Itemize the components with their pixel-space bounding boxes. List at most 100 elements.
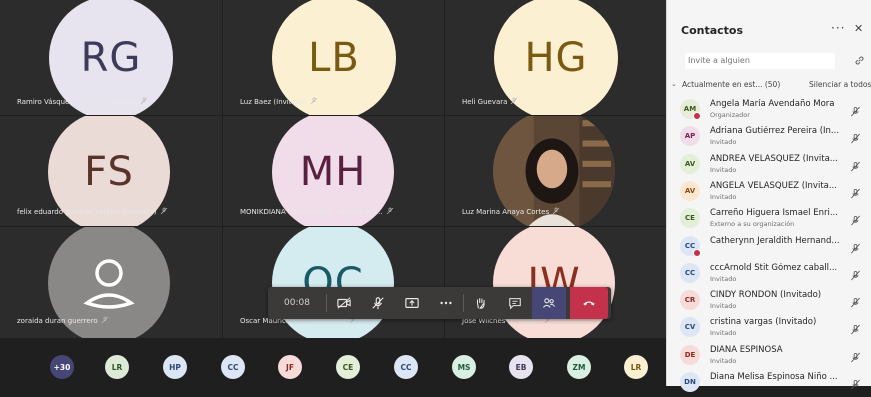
participant-list-role: Invitado	[710, 165, 737, 174]
hang-up-button[interactable]	[570, 287, 608, 319]
participant-list-avatar: AV	[680, 153, 700, 174]
participant-list-initials: CE	[685, 214, 695, 223]
participant-list-role: Externo a su organización	[710, 220, 795, 229]
mic-off-icon[interactable]	[850, 129, 861, 144]
share-screen-button[interactable]	[395, 287, 429, 319]
mic-off-icon[interactable]	[850, 102, 861, 117]
camera-toggle-button[interactable]	[327, 287, 361, 319]
participant-tile[interactable]: MH MONIKDIANA HERNÁNDEZ - ALIRIO MO...	[223, 116, 444, 226]
participant-list-name: DIANA ESPINOSA	[710, 344, 783, 355]
mic-off-icon	[510, 97, 518, 107]
mic-off-icon[interactable]	[850, 239, 861, 253]
mute-all-button[interactable]: Silenciar a todos	[809, 80, 871, 89]
overflow-participant-avatar[interactable]: CC	[394, 355, 418, 379]
share-screen-icon	[405, 298, 419, 308]
mic-off-icon[interactable]	[850, 348, 861, 363]
overflow-participant-avatar[interactable]: HP	[163, 355, 187, 379]
presence-busy-indicator	[693, 248, 701, 257]
panel-more-button[interactable]: ···	[831, 21, 845, 35]
participant-list-item[interactable]: AV ANGELA VELASQUEZ (Invita... Invitado	[680, 179, 870, 206]
participant-tile[interactable]: LB Luz Baez (Invitado)	[223, 0, 444, 115]
participant-list-item[interactable]: CE Carreño Higuera Ismael Enri... Externo …	[680, 206, 870, 233]
participant-list-initials: DE	[684, 350, 696, 359]
participant-name-label: MONIKDIANA HERNÁNDEZ - ALIRIO MO...	[240, 207, 394, 217]
participant-tile[interactable]: zoraida duran guerrero	[0, 227, 222, 338]
mic-off-icon[interactable]	[850, 266, 861, 281]
participant-list-avatar: CC	[680, 262, 700, 283]
participant-tile[interactable]: FS felix eduardo guzman salazar (Invitado…	[0, 116, 222, 226]
mic-off-icon[interactable]	[850, 375, 861, 390]
video-stage: RG Ramiro Vásquez Giraldo (Invitado) LB Luz…	[0, 0, 666, 386]
microphone-toggle-button[interactable]	[361, 287, 395, 319]
overflow-participant-avatar[interactable]: LR	[624, 355, 648, 379]
hang-up-icon	[583, 301, 595, 306]
call-controls-bar: 00:08	[268, 287, 611, 319]
participant-list-initials: AV	[684, 186, 696, 195]
share-link-icon[interactable]	[854, 55, 865, 66]
participant-tile[interactable]: HG Heli Guevara	[445, 0, 666, 115]
raise-hand-button[interactable]	[464, 287, 498, 319]
participant-list-initials: AV	[684, 159, 696, 168]
overflow-participant-avatar[interactable]: JF	[278, 355, 302, 379]
participant-list-name: cccArnold Stit Gómez caball...	[710, 262, 838, 273]
chevron-down-icon: ⌄	[671, 80, 677, 88]
camera-off-icon	[337, 297, 351, 309]
participant-name: felix eduardo guzman salazar (Invitado)	[17, 208, 157, 216]
participant-name-label: Luz Baez (Invitado)	[240, 97, 318, 107]
overflow-participant-avatar[interactable]: CE	[336, 355, 360, 379]
mic-off-icon[interactable]	[850, 320, 861, 335]
invite-input[interactable]	[685, 53, 835, 69]
overflow-participant-avatar[interactable]: MS	[452, 355, 476, 379]
participant-list-name: ANDREA VELÁSQUEZ (Invita...	[710, 153, 838, 164]
participants-button[interactable]	[532, 287, 566, 319]
participant-list-item[interactable]: CV cristina vargas (Invitado) Invitado	[680, 315, 870, 342]
participant-list-item[interactable]: AP Adriana Gutiérrez Pereira (In... Invita…	[680, 124, 870, 151]
more-participants-badge[interactable]: +30	[50, 355, 74, 379]
participant-list-item[interactable]: CC cccArnold Stit Gómez caball... Invitado	[680, 261, 870, 288]
participant-name: MONIKDIANA HERNÁNDEZ - ALIRIO MO...	[240, 208, 383, 216]
participant-list-item[interactable]: DE DIANA ESPINOSA Invitado	[680, 343, 870, 370]
overflow-participant-avatar[interactable]: ZM	[567, 355, 591, 379]
chat-button[interactable]	[498, 287, 532, 319]
more-dots-icon	[440, 301, 452, 305]
participant-list-item[interactable]: AM Angela María Avendaño Mora Organizador	[680, 97, 870, 124]
participant-list-initials: CR	[684, 296, 696, 305]
mic-off-icon	[160, 207, 168, 217]
person-icon	[83, 259, 135, 309]
participant-list-initials: DN	[684, 378, 696, 386]
mic-off-icon[interactable]	[850, 184, 861, 199]
mic-off-icon[interactable]	[850, 211, 861, 226]
participant-name: Luz Baez (Invitado)	[240, 98, 308, 106]
overflow-participant-avatar[interactable]: CC	[221, 355, 245, 379]
participant-tile[interactable]: OC Oscar Mauricio Cely (Invitado)	[223, 227, 444, 338]
participant-list-item[interactable]: CR CINDY RONDON (Invitado) Invitado	[680, 288, 870, 315]
participant-list-avatar: AM	[680, 99, 701, 120]
participant-list-item[interactable]: CC Catherynn Jeraldith Hernand...	[680, 234, 870, 261]
participant-list-name: Catherynn Jeraldith Hernand...	[710, 235, 840, 246]
more-actions-button[interactable]	[429, 287, 463, 319]
participant-list-avatar: AP	[680, 126, 700, 147]
participant-tile[interactable]: JW Jose Wilches (Invitado)	[445, 227, 666, 338]
participant-list-avatar: AV	[680, 180, 700, 201]
participant-list-initials: AP	[684, 132, 696, 141]
participant-tile[interactable]: RG Ramiro Vásquez Giraldo (Invitado)	[0, 0, 222, 115]
participant-list-item[interactable]: DN Diana Melisa Espinosa Niño ...	[680, 370, 870, 397]
participant-list-role: Invitado	[710, 302, 737, 311]
participant-list-name: Adriana Gutiérrez Pereira (In...	[710, 126, 840, 137]
call-timer: 00:08	[284, 298, 310, 308]
participant-list-avatar: CC	[680, 235, 701, 257]
participant-list-item[interactable]: AV ANDREA VELÁSQUEZ (Invita... Invitado	[680, 152, 870, 179]
mic-off-icon[interactable]	[850, 157, 861, 171]
participant-list-role: Organizador	[710, 111, 750, 119]
participant-list-role: Invitado	[710, 356, 737, 365]
overflow-participant-avatar[interactable]: EB	[509, 355, 533, 379]
mic-off-icon[interactable]	[850, 293, 861, 308]
panel-title: Contactos	[681, 24, 744, 37]
overflow-participant-avatar[interactable]: LR	[105, 355, 129, 379]
participant-tile[interactable]: Luz Marina Anaya Cortes	[445, 116, 666, 226]
participant-overflow-strip	[0, 338, 666, 386]
panel-close-button[interactable]: ✕	[854, 22, 863, 35]
participant-list-initials: CC	[684, 268, 696, 277]
participant-name-label: Ramiro Vásquez Giraldo (Invitado)	[17, 97, 148, 107]
presence-busy-indicator	[693, 112, 701, 120]
